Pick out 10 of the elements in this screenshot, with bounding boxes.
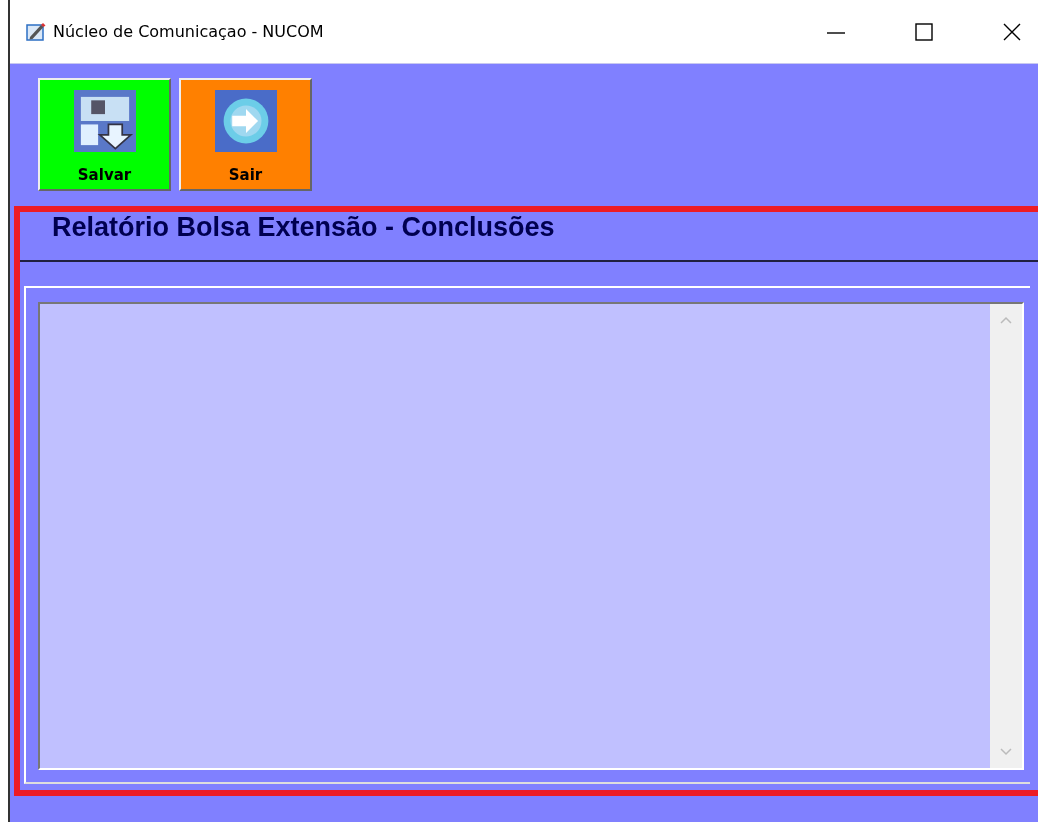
exit-button[interactable]: Sair <box>179 78 312 191</box>
close-icon[interactable] <box>1002 21 1022 42</box>
save-button[interactable]: Salvar <box>38 78 171 191</box>
form-title: Relatório Bolsa Extensão - Conclusões <box>52 212 555 242</box>
maximize-icon[interactable] <box>914 21 934 42</box>
scrollbar[interactable] <box>990 304 1022 768</box>
notepad-icon <box>26 21 46 42</box>
scroll-up-icon[interactable] <box>1000 316 1012 324</box>
window-title: Núcleo de Comunicaçao - NUCOM <box>53 22 324 41</box>
scroll-down-icon[interactable] <box>1000 748 1012 756</box>
